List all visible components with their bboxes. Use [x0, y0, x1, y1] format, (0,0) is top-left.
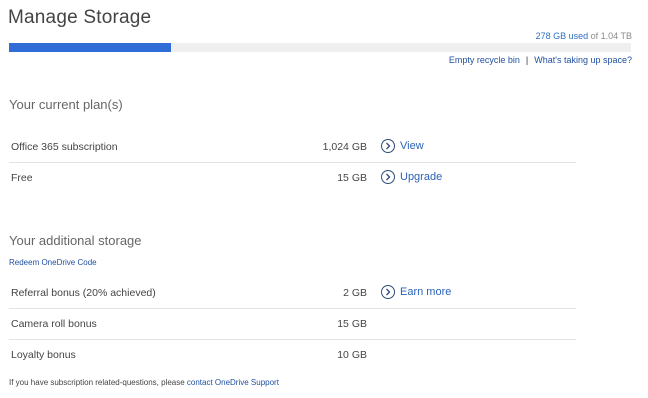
storage-total-amount: of 1.04 TB	[588, 31, 632, 41]
plan-label: Office 365 subscription	[11, 141, 118, 153]
chevron-right-circle-icon	[381, 285, 395, 299]
footer-note-text: If you have subscription related-questio…	[9, 378, 187, 387]
storage-links: Empty recycle bin | What's taking up space…	[449, 55, 632, 65]
current-plans-heading: Your current plan(s)	[9, 97, 123, 112]
earn-more-label: Earn more	[400, 286, 452, 298]
plan-row-office365: Office 365 subscription 1,024 GB View	[9, 132, 576, 163]
bonus-amount: 2 GB	[343, 287, 367, 299]
view-plan-label: View	[400, 140, 424, 152]
empty-recycle-bin-link[interactable]: Empty recycle bin	[449, 55, 520, 65]
plan-label: Free	[11, 172, 33, 184]
plan-row-free: Free 15 GB Upgrade	[9, 163, 576, 194]
page-title: Manage Storage	[8, 7, 152, 28]
view-plan-button[interactable]: View	[381, 137, 424, 155]
chevron-right-circle-icon	[381, 139, 395, 153]
upgrade-plan-label: Upgrade	[400, 171, 443, 183]
bonus-row-camera-roll: Camera roll bonus 15 GB	[9, 309, 576, 340]
storage-progress-bar	[9, 43, 631, 52]
whats-taking-up-space-link[interactable]: What's taking up space?	[534, 55, 632, 65]
link-separator: |	[525, 55, 529, 65]
bonus-amount: 10 GB	[337, 349, 367, 361]
storage-usage-text: 278 GB used of 1.04 TB	[536, 31, 632, 41]
earn-more-button[interactable]: Earn more	[381, 283, 451, 301]
storage-used-amount: 278 GB used	[535, 31, 589, 41]
plan-amount: 1,024 GB	[322, 141, 367, 153]
chevron-right-circle-icon	[381, 170, 395, 184]
bonus-label: Camera roll bonus	[11, 318, 97, 330]
footer-note: If you have subscription related-questio…	[9, 378, 279, 387]
bonus-label: Referral bonus (20% achieved)	[11, 287, 156, 299]
bonus-row-referral: Referral bonus (20% achieved) 2 GB Earn …	[9, 278, 576, 309]
redeem-onedrive-code-link[interactable]: Redeem OneDrive Code	[9, 258, 97, 267]
bonus-amount: 15 GB	[337, 318, 367, 330]
bonus-row-loyalty: Loyalty bonus 10 GB	[9, 340, 576, 371]
storage-progress-fill	[9, 43, 171, 52]
additional-storage-heading: Your additional storage	[9, 233, 142, 248]
manage-storage-page: Manage Storage 278 GB used of 1.04 TB Em…	[0, 0, 648, 398]
contact-support-link[interactable]: contact OneDrive Support	[187, 378, 279, 387]
upgrade-plan-button[interactable]: Upgrade	[381, 168, 442, 186]
bonus-label: Loyalty bonus	[11, 349, 76, 361]
plan-amount: 15 GB	[337, 172, 367, 184]
